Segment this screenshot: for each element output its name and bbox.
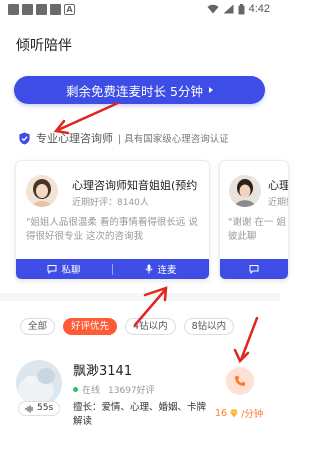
- avatar: [16, 360, 62, 406]
- expertise-tags: 擅长：爱情、心理、婚姻、卡牌解读: [73, 402, 207, 427]
- voice-intro-button[interactable]: 55s: [18, 401, 61, 416]
- notification-icon: [36, 4, 47, 15]
- page-title: 倾听陪伴: [16, 38, 72, 54]
- notification-icons: A: [8, 4, 75, 15]
- chat-icon: [47, 265, 57, 274]
- chat-icon: [249, 265, 259, 274]
- filter-under-8-diamonds[interactable]: 8钻以内: [183, 318, 235, 335]
- signal-icon: [223, 4, 234, 14]
- diamond-icon: [230, 409, 239, 417]
- counselor-list-item[interactable]: 55s 飘渺3141 在线 13697好评 擅长：爱情、心理、婚姻、卡牌解读 1…: [0, 345, 280, 445]
- featured-counselor-card[interactable]: 心理咨询师知音姐姐(预约 近期好评：8140人 "姐姐人品很温柔 看的事情看得很…: [15, 160, 210, 280]
- counselor-name: 飘渺3141: [73, 364, 133, 379]
- avatar: [26, 175, 58, 207]
- private-chat-label: 私聊: [61, 265, 81, 276]
- chevron-right-icon: [208, 87, 213, 93]
- counselor-name: 心理咨询师知音姐姐(预约: [72, 179, 198, 192]
- private-chat-button[interactable]: [220, 264, 288, 274]
- filter-bar: 全部 好评优先 4钻以内 8钻以内: [20, 318, 235, 335]
- phone-icon: [235, 376, 245, 386]
- sound-wave-icon: [25, 405, 33, 412]
- review-quote: "姐姐人品很温柔 看的事情看得很长远 说得很好很专业 这次的咨询我: [26, 217, 198, 242]
- review-quote: "谢谢 在一 姐 彼此聊: [228, 217, 286, 242]
- voice-duration: 55s: [37, 403, 54, 413]
- price-unit: /分钟: [241, 409, 264, 420]
- price: 16 /分钟: [215, 406, 264, 421]
- private-chat-button[interactable]: 私聊: [16, 262, 112, 276]
- microphone-icon: [146, 264, 153, 274]
- notification-icon: [50, 4, 61, 15]
- counselor-status: 在线 13697好评: [73, 383, 155, 396]
- status-right: 4:42: [207, 3, 270, 15]
- section-divider: [0, 293, 280, 301]
- price-amount: 16: [215, 407, 228, 419]
- annotation-arrow: [53, 101, 120, 135]
- certification-title: 专业心理咨询师: [36, 132, 113, 145]
- free-minutes-label: 剩余免费连麦时长 5分钟: [66, 83, 203, 99]
- counselor-name: 心理咨询: [268, 179, 289, 192]
- battery-icon: [238, 3, 245, 14]
- free-minutes-banner[interactable]: 剩余免费连麦时长 5分钟: [14, 76, 265, 104]
- card-actions: 私聊 连麦: [16, 259, 209, 279]
- certification-row: 专业心理咨询师 | 具有国家级心理咨询认证: [18, 130, 229, 146]
- clock: 4:42: [248, 3, 270, 15]
- recent-reviews: 近期好评：8140人: [72, 198, 149, 208]
- online-status: 在线: [82, 386, 101, 396]
- filter-top-rated[interactable]: 好评优先: [63, 318, 118, 335]
- voice-connect-label: 连麦: [157, 265, 177, 276]
- filter-under-4-diamonds[interactable]: 4钻以内: [125, 318, 176, 335]
- recent-reviews: 近期好评: [268, 198, 288, 208]
- avatar: [229, 175, 261, 207]
- a-icon: A: [64, 4, 75, 15]
- voice-connect-button[interactable]: 连麦: [113, 262, 209, 276]
- online-dot-icon: [73, 387, 78, 392]
- call-button[interactable]: [226, 367, 254, 395]
- verified-shield-icon: [19, 131, 30, 145]
- status-bar: A 4:42: [0, 0, 280, 22]
- wifi-icon: [207, 4, 219, 14]
- counselor-card-peek[interactable]: 心理咨询 近期好评 "谢谢 在一 姐 彼此聊: [219, 160, 289, 280]
- review-count: 13697好评: [108, 386, 155, 396]
- notification-icon: [8, 4, 19, 15]
- certification-subtitle: | 具有国家级心理咨询认证: [118, 134, 229, 145]
- notification-icon: [22, 4, 33, 15]
- card-actions: [220, 259, 288, 279]
- filter-all[interactable]: 全部: [20, 318, 56, 335]
